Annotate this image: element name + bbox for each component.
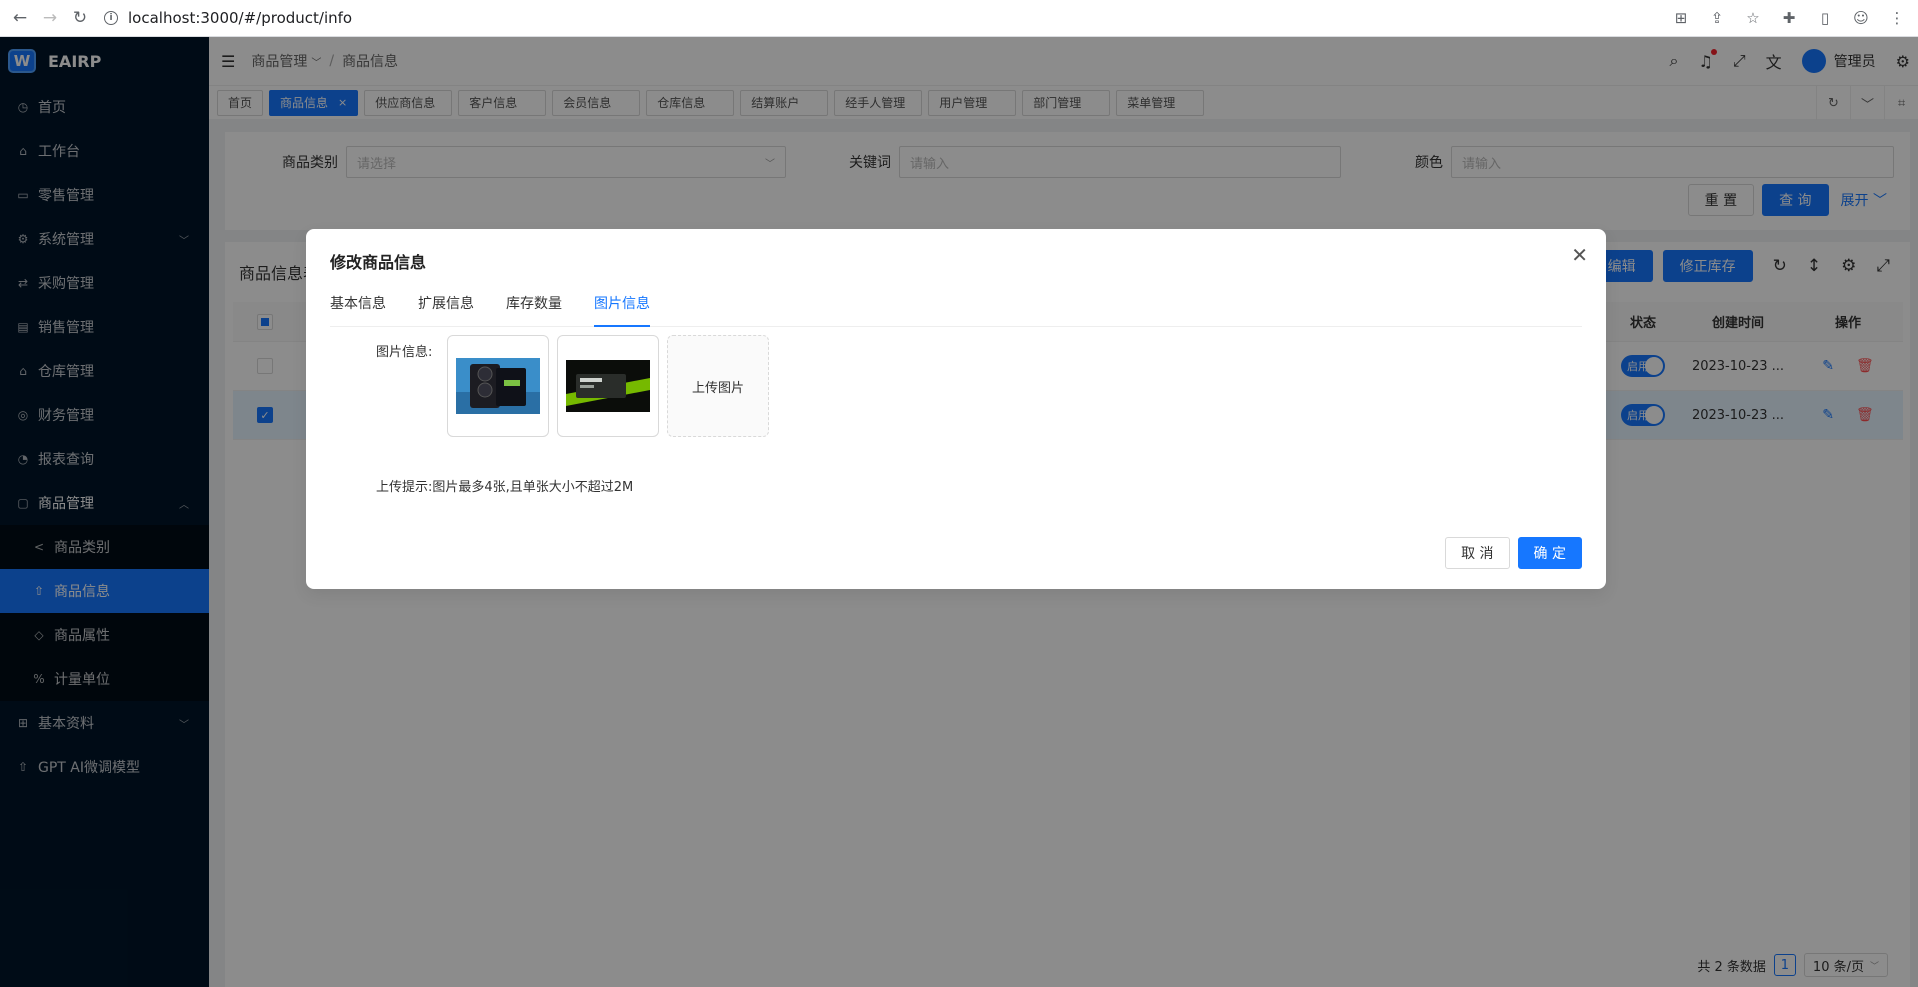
modal-tabs: 基本信息 扩展信息 库存数量 图片信息	[330, 291, 1582, 327]
profile-icon[interactable]: ☺	[1850, 6, 1872, 30]
tab-extended-info[interactable]: 扩展信息	[418, 291, 474, 327]
edit-product-modal: 修改商品信息 ✕ 基本信息 扩展信息 库存数量 图片信息 图片信息: 上传图片 …	[306, 229, 1606, 589]
cancel-button[interactable]: 取 消	[1445, 537, 1510, 569]
upload-hint: 上传提示:图片最多4张,且单张大小不超过2M	[376, 480, 634, 495]
info-icon[interactable]: i	[104, 11, 118, 25]
close-icon[interactable]: ✕	[1571, 245, 1588, 265]
translate-icon[interactable]: ⊞	[1670, 6, 1692, 30]
tab-image-info[interactable]: 图片信息	[594, 291, 650, 327]
bookmark-star-icon[interactable]: ☆	[1742, 6, 1764, 30]
upload-label: 上传图片	[691, 380, 744, 396]
sidepanel-icon[interactable]: ▯	[1814, 6, 1836, 30]
browser-menu-icon[interactable]: ⋮	[1886, 6, 1908, 30]
browser-toolbar: ← → ↻ i localhost:3000/#/product/info ⊞ …	[0, 0, 1918, 37]
extensions-icon[interactable]: ✚	[1778, 6, 1800, 30]
gpu-card-image	[566, 360, 650, 412]
url-text: localhost:3000/#/product/info	[128, 9, 353, 27]
product-image-2[interactable]	[557, 335, 659, 437]
upload-image-button[interactable]: 上传图片	[667, 335, 769, 437]
share-icon[interactable]: ⇪	[1706, 6, 1728, 30]
back-icon[interactable]: ←	[10, 8, 30, 28]
reload-icon[interactable]: ↻	[70, 8, 90, 28]
modal-title: 修改商品信息	[330, 253, 427, 272]
confirm-button[interactable]: 确 定	[1517, 537, 1582, 569]
image-field-label: 图片信息:	[376, 345, 433, 360]
gpu-box-image	[456, 358, 540, 414]
tab-basic-info[interactable]: 基本信息	[330, 291, 386, 327]
tab-stock-qty[interactable]: 库存数量	[506, 291, 562, 327]
forward-icon[interactable]: →	[40, 8, 60, 28]
address-bar[interactable]: i localhost:3000/#/product/info	[104, 3, 1624, 33]
product-image-1[interactable]	[447, 335, 549, 437]
